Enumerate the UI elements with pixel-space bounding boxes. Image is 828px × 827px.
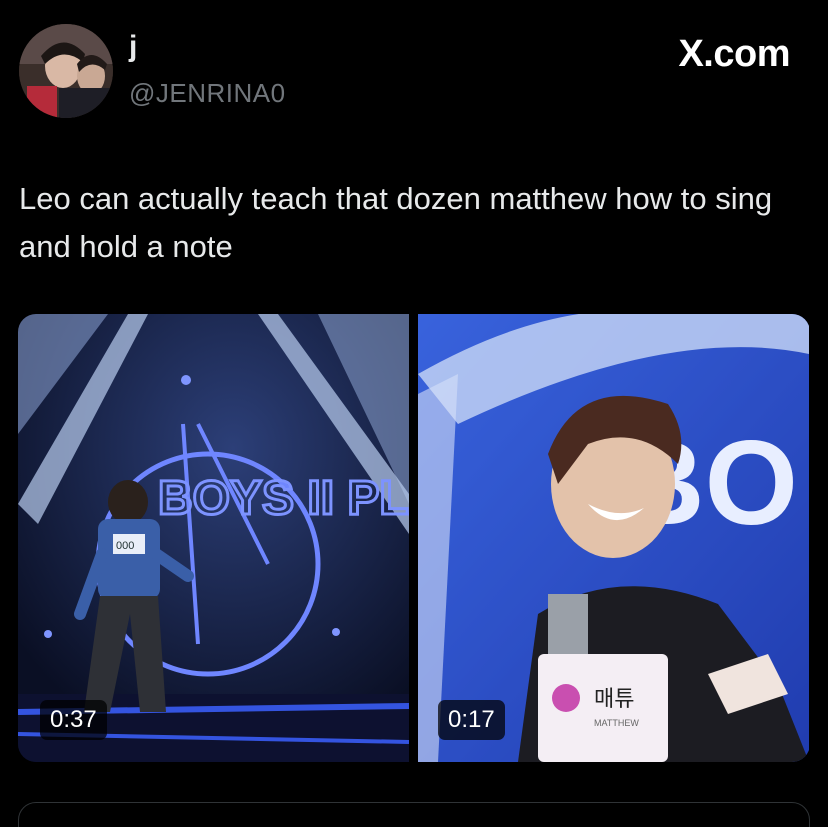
name-tag-korean: 매튜 xyxy=(594,687,634,712)
next-content-card xyxy=(18,802,810,827)
profile-photo-icon xyxy=(19,24,113,118)
author-handle[interactable]: @JENRINA0 xyxy=(129,76,286,110)
video-thumbnail-stage[interactable]: BOYS II PLANET 000 0:37 xyxy=(18,314,409,762)
video-duration-badge: 0:17 xyxy=(438,700,505,740)
media-grid: BOYS II PLANET 000 0:37 xyxy=(18,314,810,762)
video-duration-badge: 0:37 xyxy=(40,700,107,740)
video-thumbnail-closeup[interactable]: BO 매튜 MATTHEW 0:17 xyxy=(418,314,809,762)
x-logo-link[interactable]: X.com xyxy=(678,32,790,76)
author-display-name[interactable]: j xyxy=(129,30,137,64)
avatar[interactable] xyxy=(19,24,113,118)
stage-logo-text: BOYS II PLANET xyxy=(158,472,409,525)
tweet-text: Leo can actually teach that dozen matthe… xyxy=(19,181,773,264)
contestant-badge: 000 xyxy=(116,540,134,552)
closeup-smile-thumbnail: BO 매튜 MATTHEW xyxy=(418,314,809,762)
stage-performance-thumbnail: BOYS II PLANET 000 xyxy=(18,314,409,762)
name-tag-english: MATTHEW xyxy=(594,718,639,728)
